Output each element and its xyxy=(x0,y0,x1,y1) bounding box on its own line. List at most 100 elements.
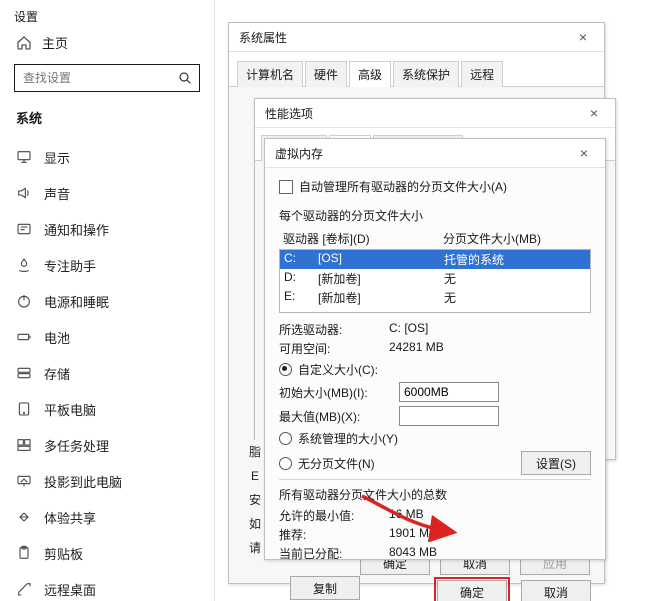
max-size-label: 最大值(MB)(X): xyxy=(279,408,389,425)
initial-size-label: 初始大小(MB)(I): xyxy=(279,384,389,401)
drive-row[interactable]: D:[新加卷]无 xyxy=(280,269,590,288)
max-size-input[interactable] xyxy=(399,406,499,426)
sysprops-tab[interactable]: 计算机名 xyxy=(237,61,303,87)
radio-none-label: 无分页文件(N) xyxy=(298,455,375,472)
display-icon xyxy=(16,149,32,165)
recommended-value: 1901 MB xyxy=(389,526,437,543)
col-page: 分页文件大小(MB) xyxy=(443,230,541,247)
recommended-label: 推荐: xyxy=(279,526,389,543)
drive-letter: C: xyxy=(284,251,318,268)
drive-letter: D: xyxy=(284,270,318,287)
sidebar-item-shared[interactable]: 体验共享 xyxy=(14,499,200,535)
sidebar-home[interactable]: 主页 xyxy=(16,33,200,52)
drive-row[interactable]: E:[新加卷]无 xyxy=(280,288,590,307)
home-icon xyxy=(16,35,32,51)
battery-icon xyxy=(16,329,32,345)
sidebar-item-focus[interactable]: 专注助手 xyxy=(14,247,200,283)
search-icon xyxy=(177,70,193,86)
storage-icon xyxy=(16,365,32,381)
drive-letter: E: xyxy=(284,289,318,306)
multitask-icon xyxy=(16,437,32,453)
sidebar-item-sound[interactable]: 声音 xyxy=(14,175,200,211)
power-icon xyxy=(16,293,32,309)
sidebar-item-storage[interactable]: 存储 xyxy=(14,355,200,391)
initial-size-input[interactable] xyxy=(399,382,499,402)
vmem-ok-button[interactable]: 确定 xyxy=(437,580,507,601)
sidebar-item-label: 专注助手 xyxy=(44,256,96,275)
checkbox-icon xyxy=(279,180,293,194)
radio-system-managed[interactable]: 系统管理的大小(Y) xyxy=(279,430,591,447)
close-icon[interactable]: × xyxy=(579,105,609,121)
partial-char: 如 xyxy=(246,512,264,536)
totals-header: 所有驱动器分页文件大小的总数 xyxy=(279,486,591,503)
sidebar-category: 系统 xyxy=(16,108,200,127)
clipboard-icon xyxy=(16,545,32,561)
per-drive-group-label: 每个驱动器的分页文件大小 xyxy=(279,207,591,224)
sidebar-item-notify[interactable]: 通知和操作 xyxy=(14,211,200,247)
close-icon[interactable]: × xyxy=(569,145,599,161)
radio-system-label: 系统管理的大小(Y) xyxy=(298,430,398,447)
sidebar-item-label: 存储 xyxy=(44,364,70,383)
settings-sidebar: 设置 主页 系统 显示声音通知和操作专注助手电源和睡眠电池存储平板电脑多任务处理… xyxy=(0,0,215,601)
drive-list-header: 驱动器 [卷标](D) 分页文件大小(MB) xyxy=(279,228,591,249)
close-icon[interactable]: × xyxy=(568,29,598,45)
set-button[interactable]: 设置(S) xyxy=(521,451,591,475)
currently-allocated-value: 8043 MB xyxy=(389,545,437,562)
sound-icon xyxy=(16,185,32,201)
selected-drive-label: 所选驱动器: xyxy=(279,321,389,338)
drive-pagefile: 无 xyxy=(444,289,456,306)
sidebar-item-label: 电源和睡眠 xyxy=(44,292,109,311)
sidebar-item-battery[interactable]: 电池 xyxy=(14,319,200,355)
auto-manage-label: 自动管理所有驱动器的分页文件大小(A) xyxy=(299,178,507,195)
selected-drive-value: C: [OS] xyxy=(389,321,428,338)
drive-list[interactable]: C:[OS]托管的系统D:[新加卷]无E:[新加卷]无 xyxy=(279,249,591,313)
partial-window-text: 脂E安如请 xyxy=(246,440,264,570)
sysprops-tab[interactable]: 高级 xyxy=(349,61,391,87)
sidebar-home-label: 主页 xyxy=(42,33,68,52)
sidebar-item-label: 远程桌面 xyxy=(44,580,96,599)
sidebar-item-label: 剪贴板 xyxy=(44,544,83,563)
perfopts-title: 性能选项 xyxy=(265,105,313,122)
settings-app-title: 设置 xyxy=(14,8,200,25)
sidebar-item-label: 声音 xyxy=(44,184,70,203)
focus-icon xyxy=(16,257,32,273)
free-space-value: 24281 MB xyxy=(389,340,444,357)
sidebar-item-tablet[interactable]: 平板电脑 xyxy=(14,391,200,427)
auto-manage-checkbox[interactable]: 自动管理所有驱动器的分页文件大小(A) xyxy=(279,178,507,195)
drive-label: [新加卷] xyxy=(318,270,444,287)
sidebar-item-multitask[interactable]: 多任务处理 xyxy=(14,427,200,463)
sidebar-item-power[interactable]: 电源和睡眠 xyxy=(14,283,200,319)
sysprops-tab[interactable]: 系统保护 xyxy=(393,61,459,87)
remote-icon xyxy=(16,581,32,597)
min-allowed-value: 16 MB xyxy=(389,507,424,524)
sysprops-tab[interactable]: 远程 xyxy=(461,61,503,87)
radio-custom-label: 自定义大小(C): xyxy=(298,361,378,378)
drive-row[interactable]: C:[OS]托管的系统 xyxy=(280,250,590,269)
partial-char: 安 xyxy=(246,488,264,512)
virtual-memory-dialog: 虚拟内存 × 自动管理所有驱动器的分页文件大小(A) 每个驱动器的分页文件大小 … xyxy=(264,138,606,560)
sidebar-item-label: 显示 xyxy=(44,148,70,167)
vmem-cancel-button[interactable]: 取消 xyxy=(521,580,591,601)
currently-allocated-label: 当前已分配: xyxy=(279,545,389,562)
min-allowed-label: 允许的最小值: xyxy=(279,507,389,524)
sidebar-item-label: 电池 xyxy=(44,328,70,347)
search-input-wrap[interactable] xyxy=(14,64,200,92)
sidebar-item-project[interactable]: 投影到此电脑 xyxy=(14,463,200,499)
tablet-icon xyxy=(16,401,32,417)
sysprops-tabs: 计算机名硬件高级系统保护远程 xyxy=(229,52,604,87)
partial-char: E xyxy=(246,464,264,488)
partial-char: 请 xyxy=(246,536,264,560)
drive-pagefile: 托管的系统 xyxy=(444,251,504,268)
sidebar-item-remote[interactable]: 远程桌面 xyxy=(14,571,200,601)
search-input[interactable] xyxy=(21,70,177,86)
sidebar-item-label: 多任务处理 xyxy=(44,436,109,455)
radio-custom-size[interactable]: 自定义大小(C): xyxy=(279,361,591,378)
radio-icon xyxy=(279,457,292,470)
radio-icon xyxy=(279,363,292,376)
col-drive: 驱动器 [卷标](D) xyxy=(283,230,443,247)
sidebar-item-clipboard[interactable]: 剪贴板 xyxy=(14,535,200,571)
sidebar-item-display[interactable]: 显示 xyxy=(14,139,200,175)
sysprops-title: 系统属性 xyxy=(239,29,287,46)
sysprops-tab[interactable]: 硬件 xyxy=(305,61,347,87)
radio-no-paging[interactable]: 无分页文件(N) xyxy=(279,455,375,472)
